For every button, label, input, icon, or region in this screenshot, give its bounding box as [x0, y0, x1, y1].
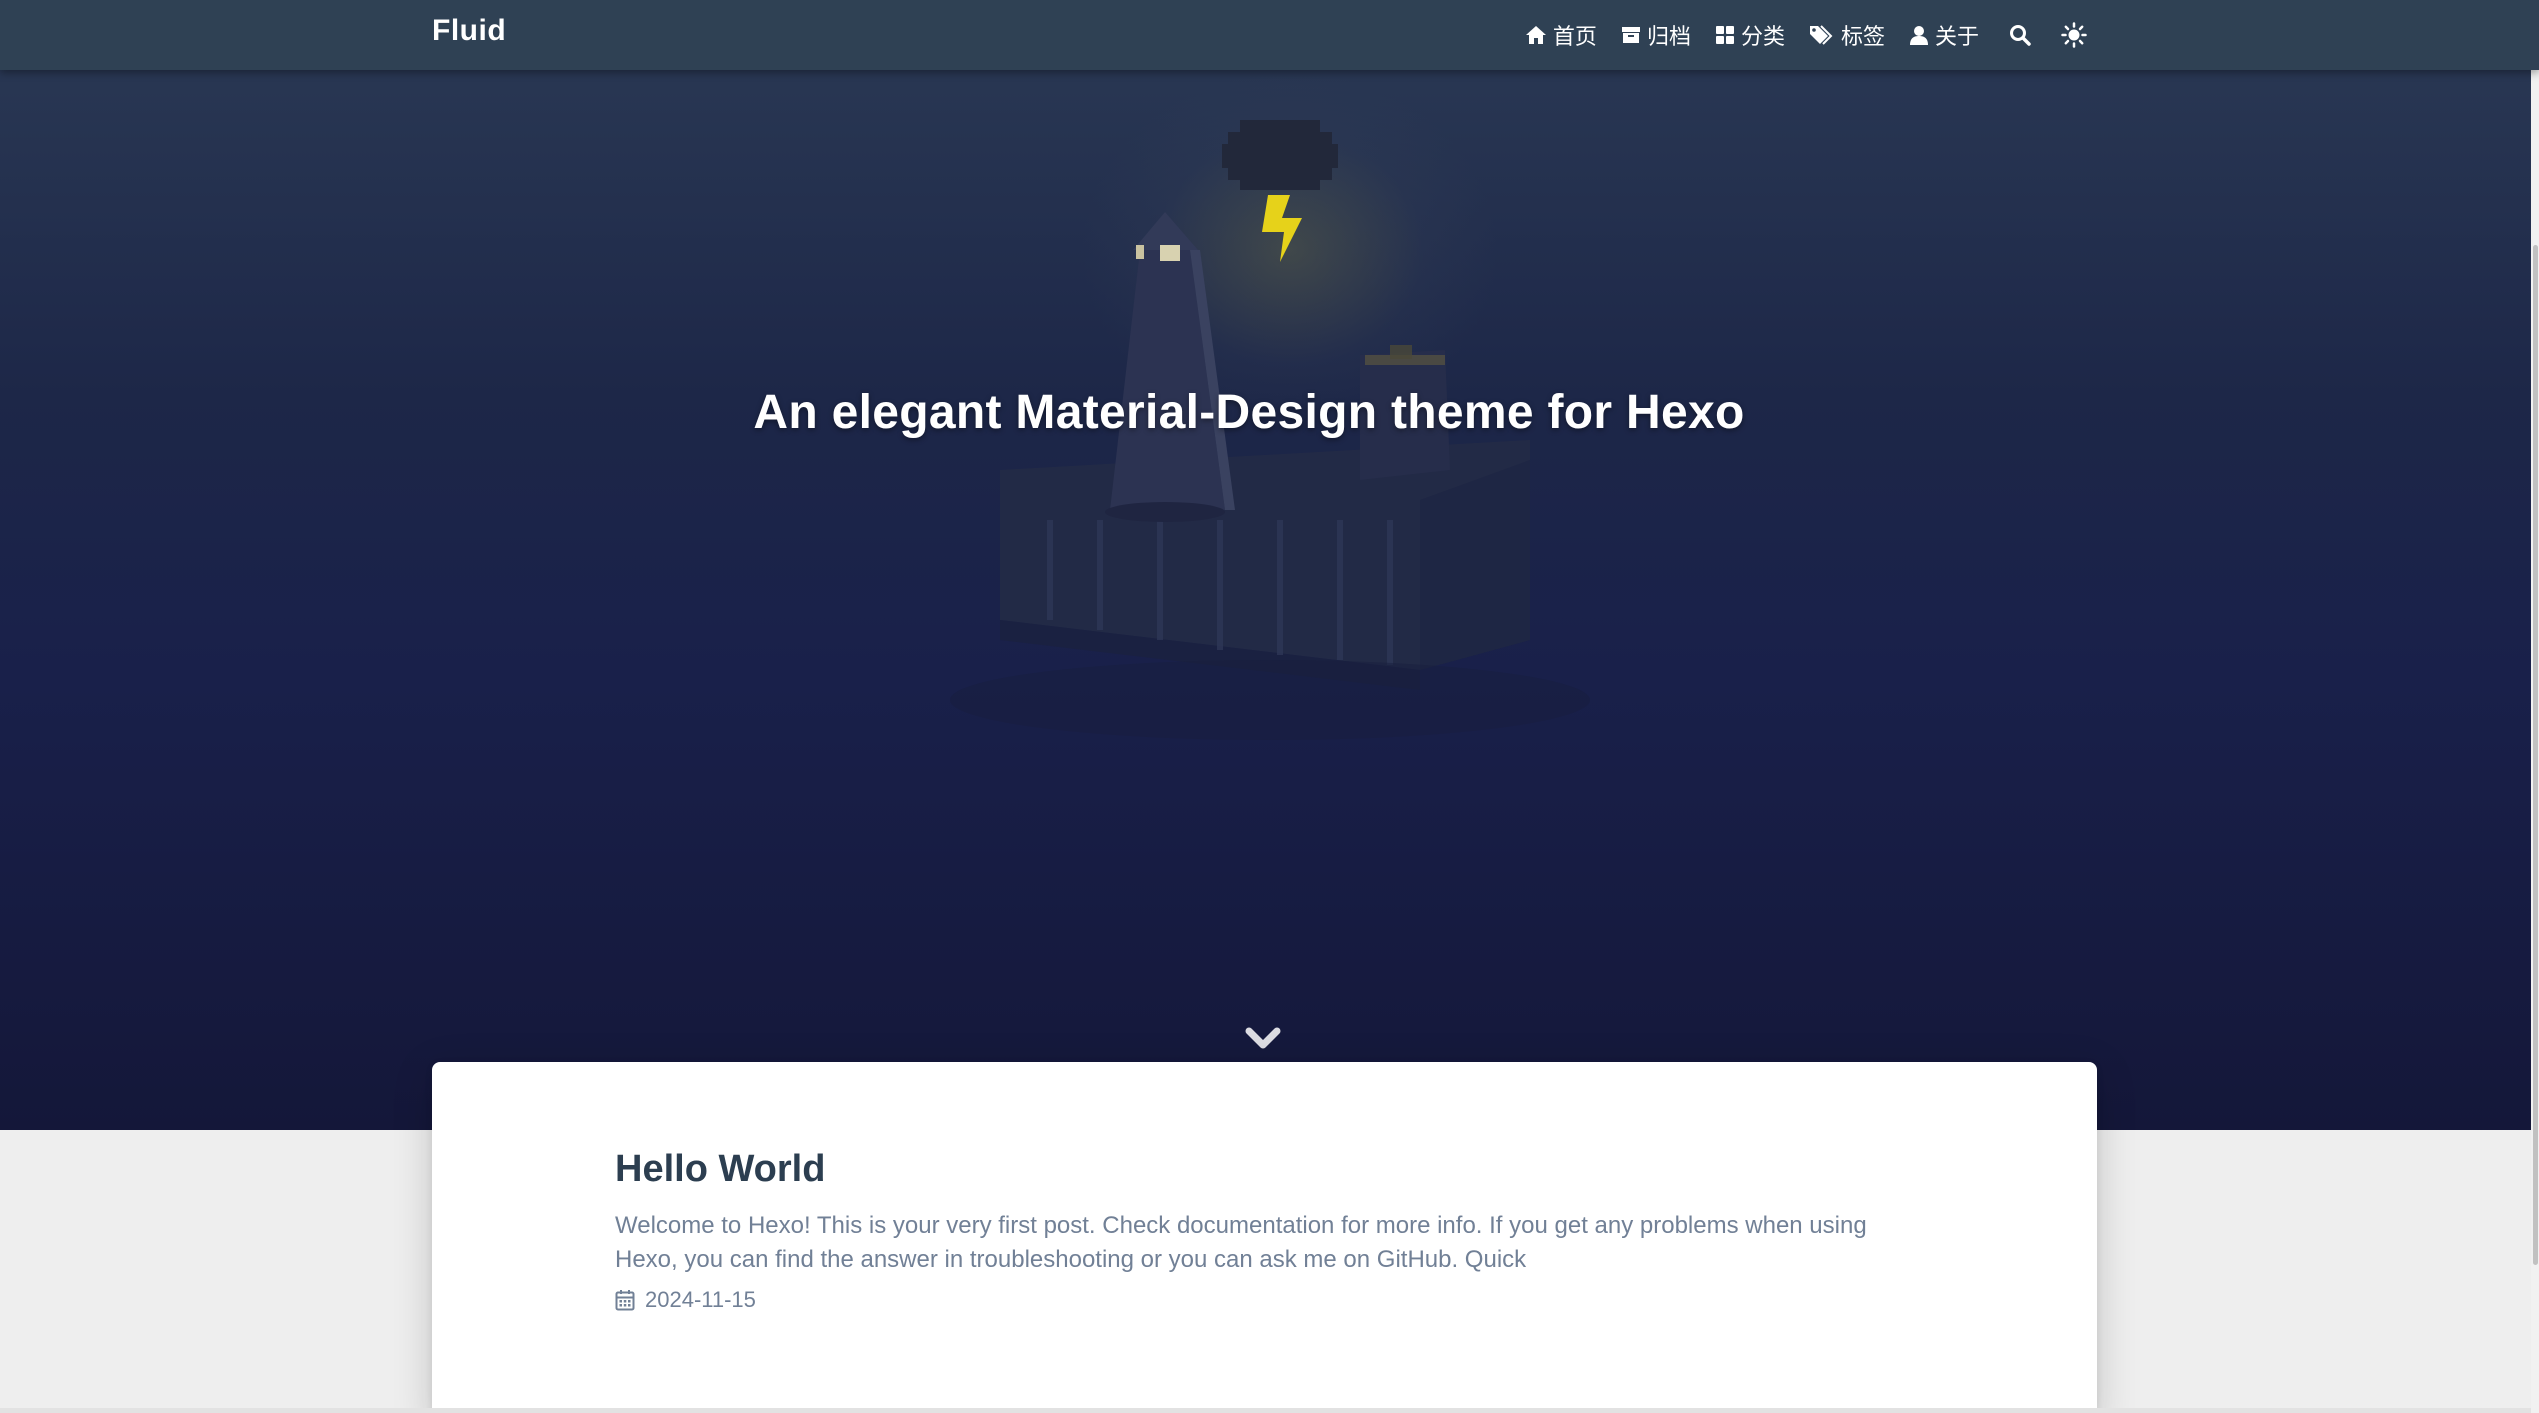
page-bottom-edge — [0, 1408, 2539, 1413]
hero-title: An elegant Material-Design theme for Hex… — [753, 386, 1745, 439]
chevron-down-icon — [1245, 1027, 1281, 1049]
archive-icon — [1621, 27, 1640, 43]
nav-menu: 首页 归档 分类 标签 关于 — [1501, 0, 2087, 70]
post-meta: 2024-11-15 — [615, 1287, 1895, 1313]
calendar-icon — [615, 1290, 635, 1311]
nav-item-label: 分类 — [1740, 25, 1785, 50]
page: Fluid 首页 归档 分类 标签 关于 An elegant Material… — [0, 0, 2539, 1413]
scrollbar-thumb[interactable] — [2533, 245, 2538, 1265]
nav-item-label: 标签 — [1840, 25, 1885, 50]
post-excerpt[interactable]: Welcome to Hexo! This is your very first… — [615, 1209, 1895, 1277]
page-scrollbar[interactable] — [2531, 0, 2539, 1413]
scroll-down-button[interactable] — [1245, 1025, 1281, 1053]
post-list-card: Hello World Welcome to Hexo! This is you… — [432, 1062, 2097, 1413]
post-item: Hello World Welcome to Hexo! This is you… — [615, 1148, 1895, 1313]
hero-banner — [0, 0, 2539, 1130]
navbar: Fluid 首页 归档 分类 标签 关于 — [0, 0, 2539, 70]
nav-item-label: 归档 — [1646, 25, 1691, 50]
nav-item-home[interactable]: 首页 — [1525, 19, 1597, 51]
search-button[interactable] — [2009, 24, 2031, 46]
post-date: 2024-11-15 — [645, 1287, 756, 1312]
hero-background-image — [950, 120, 1590, 740]
nav-item-tags[interactable]: 标签 — [1809, 19, 1885, 51]
th-large-icon — [1715, 26, 1734, 44]
home-icon — [1525, 26, 1546, 44]
post-title-link[interactable]: Hello World — [615, 1148, 1895, 1191]
nav-item-label: 首页 — [1552, 25, 1597, 50]
user-icon — [1909, 26, 1928, 45]
nav-item-archive[interactable]: 归档 — [1621, 19, 1691, 51]
sun-icon — [2061, 22, 2087, 48]
nav-item-label: 关于 — [1934, 25, 1979, 50]
nav-item-about[interactable]: 关于 — [1909, 19, 1979, 51]
brand-logo[interactable]: Fluid — [432, 14, 506, 48]
search-icon — [2010, 25, 2031, 46]
tags-icon — [1809, 25, 1833, 45]
nav-item-categories[interactable]: 分类 — [1715, 19, 1785, 51]
theme-toggle-button[interactable] — [2061, 22, 2087, 48]
